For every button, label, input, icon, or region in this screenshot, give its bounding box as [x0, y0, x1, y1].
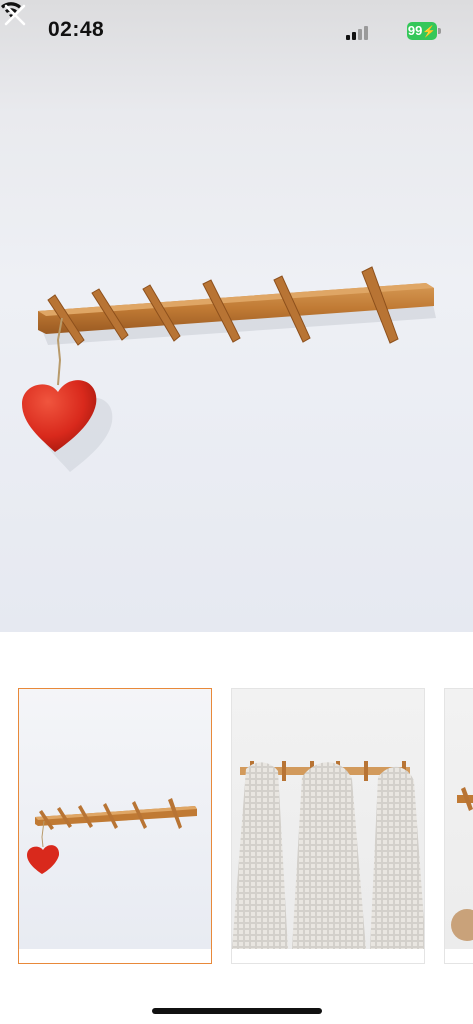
battery-level: 99 — [407, 23, 423, 38]
thumbnail-1[interactable] — [18, 688, 212, 964]
thumbnail-2-image — [232, 761, 424, 949]
main-product-image[interactable]: 02:48 99⚡ — [0, 0, 473, 632]
close-icon[interactable] — [0, 0, 30, 30]
cellular-signal-icon — [346, 24, 370, 40]
thumbnail-2[interactable] — [231, 688, 425, 964]
status-bar: 02:48 99⚡ — [0, 0, 473, 62]
thumbnail-1-image — [27, 798, 197, 874]
product-photo-svg — [22, 266, 436, 472]
battery-tip — [438, 28, 441, 34]
thumbnail-strip[interactable] — [0, 688, 473, 966]
battery-icon: 99⚡ — [407, 22, 437, 40]
home-indicator[interactable] — [152, 1008, 322, 1014]
status-time: 02:48 — [48, 18, 105, 41]
thumbnail-3-image — [451, 787, 473, 941]
thumbnail-3[interactable] — [444, 688, 473, 964]
